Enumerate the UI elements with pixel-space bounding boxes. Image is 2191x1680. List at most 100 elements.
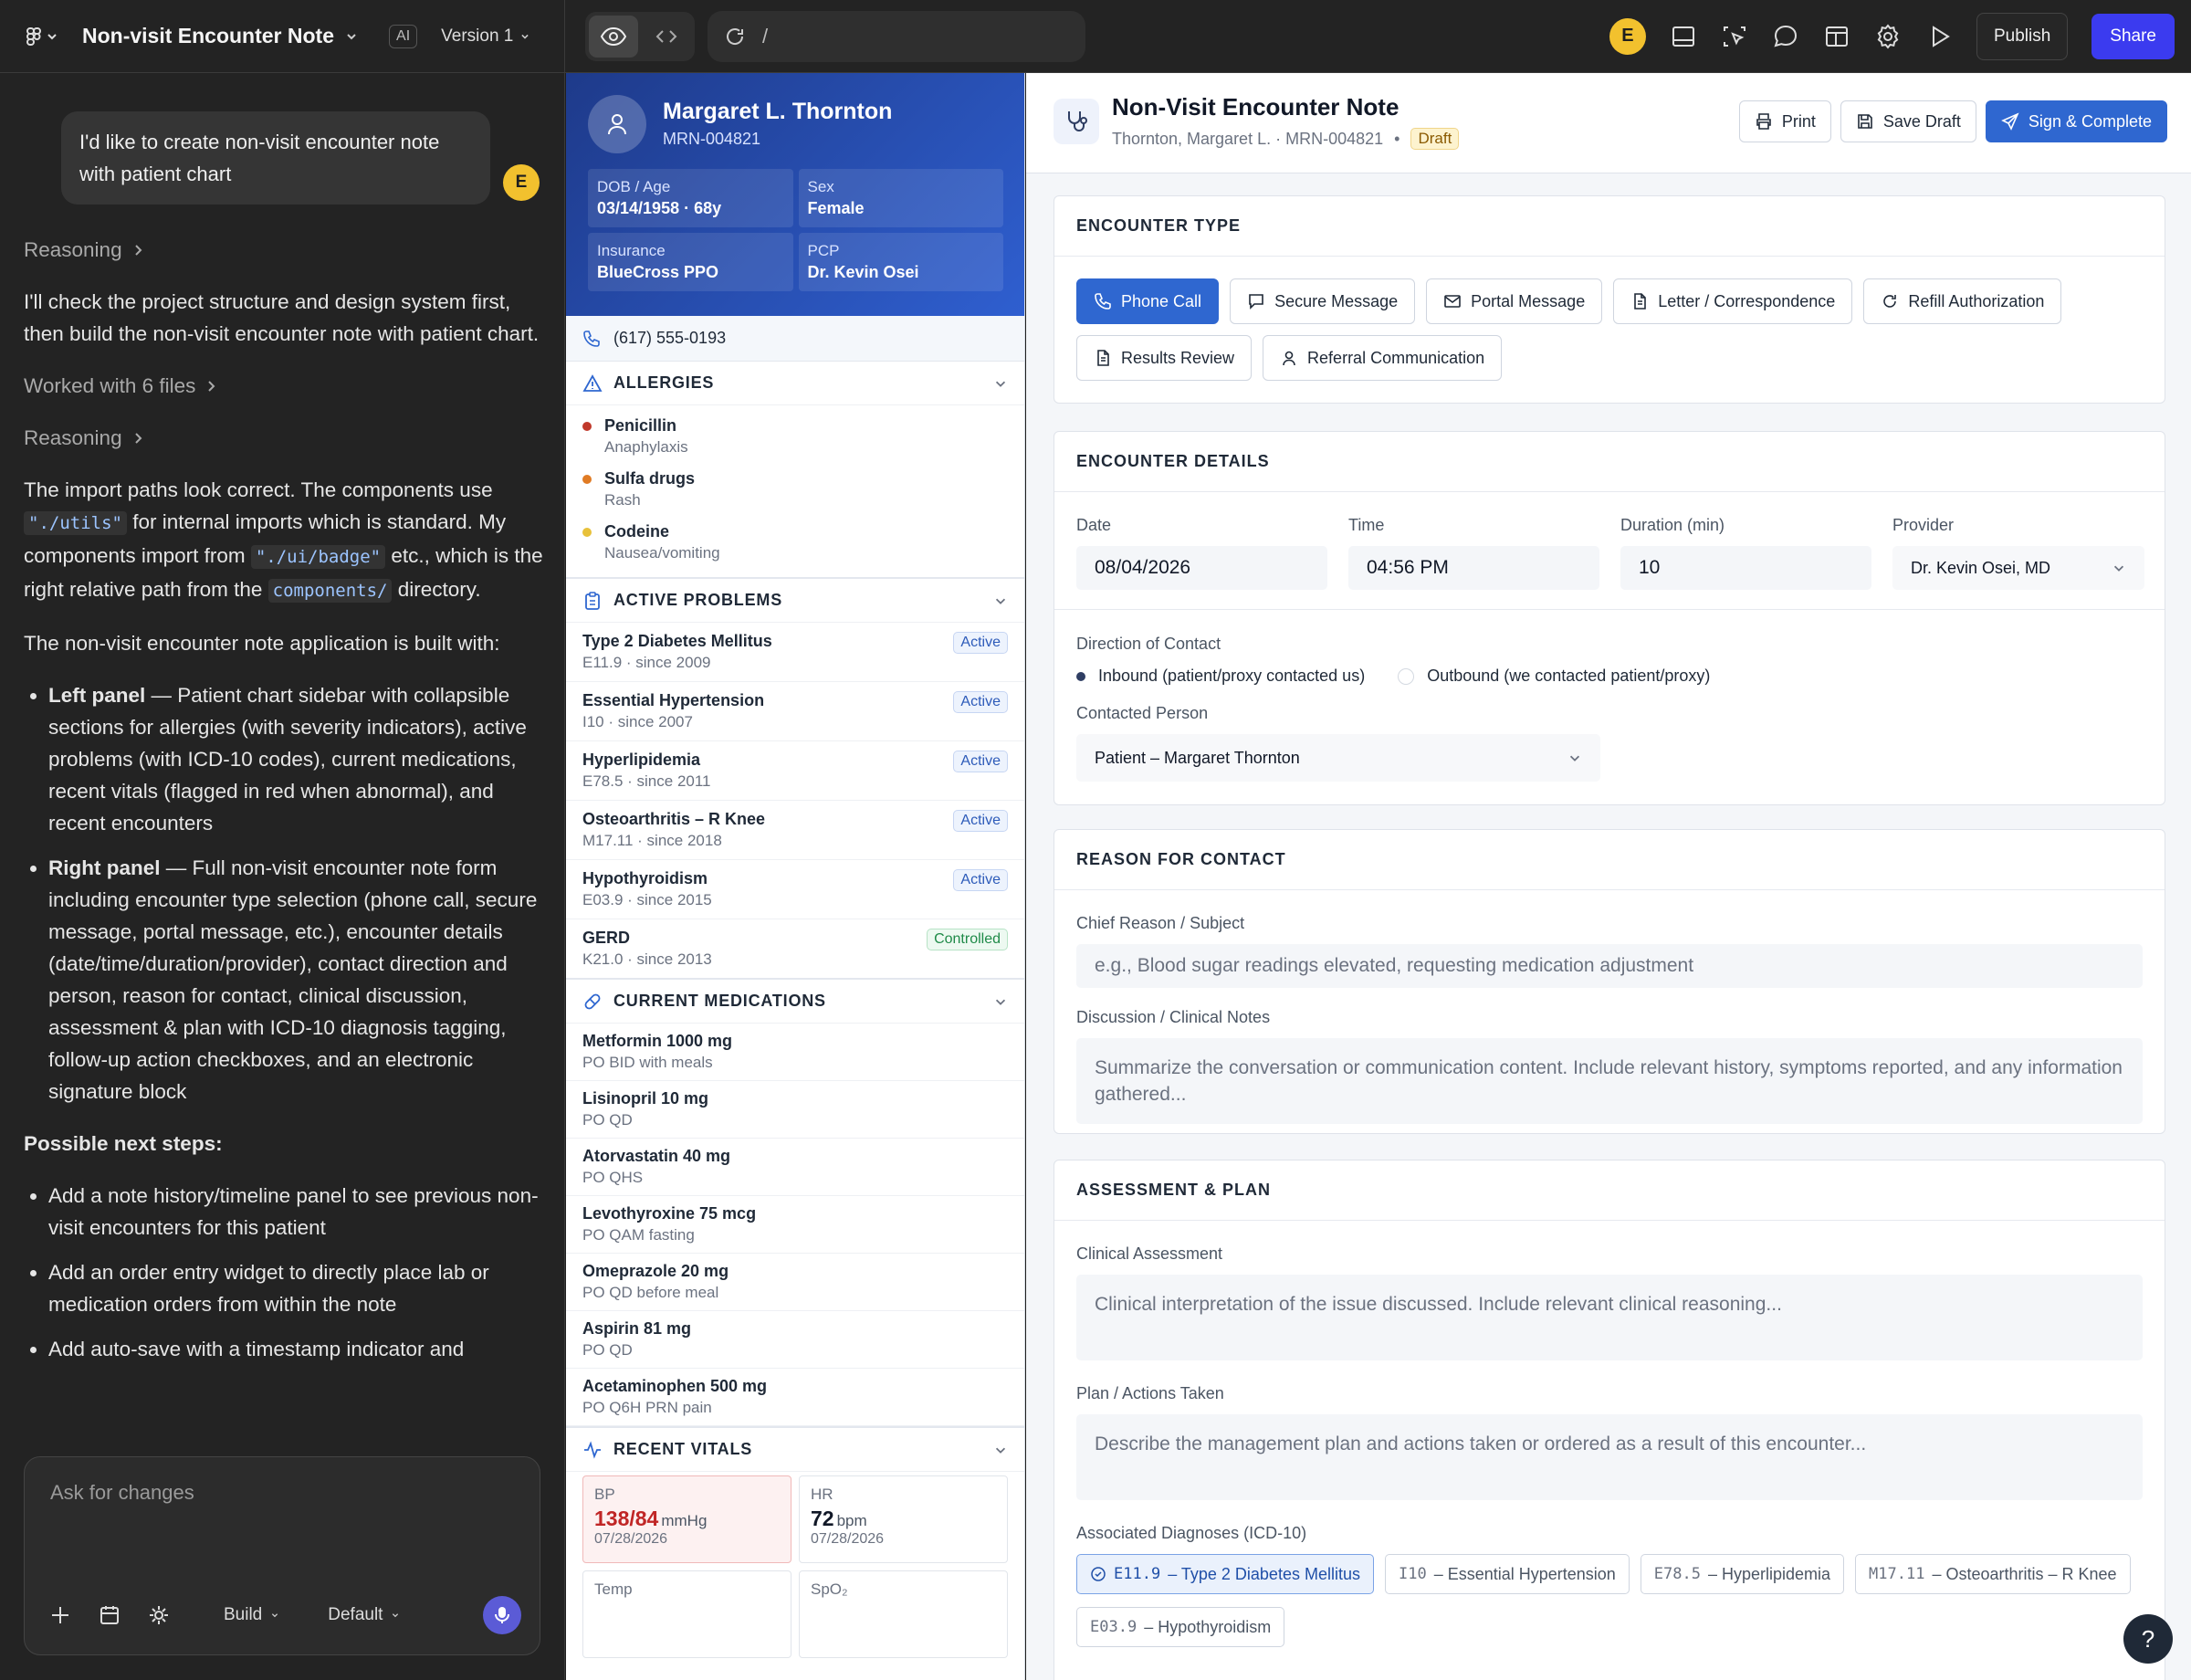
worked-files-toggle[interactable]: Worked with 6 files <box>24 370 544 402</box>
medication-name: Aspirin 81 mg <box>582 1319 692 1338</box>
encounter-type-secure-message[interactable]: Secure Message <box>1230 278 1416 324</box>
problem-item[interactable]: Hyperlipidemia E78.5 · since 2011 Active <box>566 741 1024 801</box>
diagnosis-name: – Type 2 Diabetes Mellitus <box>1168 1564 1360 1583</box>
diagnosis-chip[interactable]: E11.9 – Type 2 Diabetes Mellitus <box>1076 1554 1374 1594</box>
microphone-button[interactable] <box>483 1596 521 1634</box>
composer-placeholder[interactable]: Ask for changes <box>50 1481 194 1505</box>
problem-item[interactable]: Type 2 Diabetes Mellitus E11.9 · since 20… <box>566 623 1024 682</box>
vital-spo2-card: SpO₂ <box>799 1570 1008 1658</box>
chief-reason-input[interactable]: e.g., Blood sugar readings elevated, req… <box>1076 944 2143 988</box>
print-button[interactable]: Print <box>1738 100 1831 142</box>
preview-eye-icon[interactable] <box>589 15 638 58</box>
clipboard-icon <box>585 591 600 610</box>
medication-item[interactable]: Lisinopril 10 mg PO QD <box>566 1081 1024 1139</box>
save-draft-button[interactable]: Save Draft <box>1840 100 1976 142</box>
time-input[interactable]: 04:56 PM <box>1348 546 1599 590</box>
play-icon[interactable] <box>1925 23 1953 50</box>
diagnosis-code: M17.11 <box>1869 1565 1925 1583</box>
problem-name: Essential Hypertension <box>582 691 765 709</box>
printer-icon <box>1756 113 1771 130</box>
magic-sparkle-icon[interactable] <box>147 1603 171 1627</box>
refresh-icon <box>1881 292 1899 310</box>
allergies-header[interactable]: ALLERGIES <box>566 362 1024 405</box>
medication-item[interactable]: Omeprazole 20 mg PO QD before meal <box>566 1254 1024 1311</box>
select-element-icon[interactable] <box>1721 23 1748 50</box>
diagnosis-chip[interactable]: M17.11 – Osteoarthritis – R Knee <box>1855 1554 2131 1594</box>
clinical-assessment-label: Clinical Assessment <box>1076 1244 1223 1263</box>
assistant-paragraph: The non-visit encounter note application… <box>24 632 500 655</box>
patient-name: Margaret L. Thornton <box>663 99 893 124</box>
time-label: Time <box>1348 516 1385 534</box>
problem-name: Type 2 Diabetes Mellitus <box>582 632 772 650</box>
calendar-icon[interactable] <box>98 1603 121 1627</box>
problem-item[interactable]: GERD K21.0 · since 2013 Controlled <box>566 919 1024 978</box>
reasoning-toggle-2[interactable]: Reasoning <box>24 422 544 454</box>
medication-item[interactable]: Atorvastatin 40 mg PO QHS <box>566 1139 1024 1196</box>
panel-layout-icon[interactable] <box>1670 23 1697 50</box>
medications-header[interactable]: CURRENT MEDICATIONS <box>566 980 1024 1024</box>
medication-item[interactable]: Levothyroxine 75 mcg PO QAM fasting <box>566 1196 1024 1254</box>
help-button[interactable]: ? <box>2123 1614 2173 1664</box>
chat-composer[interactable]: Ask for changes Build Default <box>24 1456 540 1655</box>
medication-item[interactable]: Metformin 1000 mg PO BID with meals <box>566 1024 1024 1081</box>
problems-header[interactable]: ACTIVE PROBLEMS <box>566 579 1024 623</box>
inbound-radio[interactable]: Inbound (patient/proxy contacted us) <box>1076 667 1365 686</box>
preview-url-bar[interactable]: / <box>708 10 1085 62</box>
problem-item[interactable]: Hypothyroidism E03.9 · since 2015 Active <box>566 860 1024 919</box>
allergy-reaction: Nausea/vomiting <box>604 544 720 562</box>
encounter-type-results-review[interactable]: Results Review <box>1076 335 1253 381</box>
version-label: Version 1 <box>441 26 514 46</box>
medication-item[interactable]: Acetaminophen 500 mg PO Q6H PRN pain <box>566 1369 1024 1426</box>
diagnosis-chip[interactable]: E03.9 – Hypothyroidism <box>1076 1607 1285 1647</box>
discussion-textarea[interactable]: Summarize the conversation or communicat… <box>1076 1038 2143 1124</box>
discussion-label: Discussion / Clinical Notes <box>1076 1008 1271 1026</box>
patient-header: Margaret L. Thornton MRN-004821 DOB / Ag… <box>566 73 1024 316</box>
encounter-type-label: Portal Message <box>1471 291 1586 310</box>
sign-complete-button[interactable]: Sign & Complete <box>1985 100 2167 142</box>
date-input[interactable]: 08/04/2026 <box>1076 546 1327 590</box>
duration-input[interactable]: 10 <box>1620 546 1871 590</box>
provider-select[interactable]: Dr. Kevin Osei, MD <box>1892 546 2144 590</box>
medication-item[interactable]: Aspirin 81 mg PO QD <box>566 1311 1024 1369</box>
clinical-assessment-textarea[interactable]: Clinical interpretation of the issue dis… <box>1076 1275 2143 1360</box>
encounter-type-label: Phone Call <box>1121 291 1202 310</box>
project-title[interactable]: Non-visit Encounter Note <box>82 24 334 48</box>
version-selector[interactable]: Version 1 <box>441 26 531 47</box>
encounter-type-letter-correspondence[interactable]: Letter / Correspondence <box>1613 278 1853 324</box>
diagnosis-chip[interactable]: E78.5 – Hyperlipidemia <box>1640 1554 1845 1594</box>
assistant-response: Reasoning I'll check the project structu… <box>24 234 544 1385</box>
assistant-paragraph: I'll check the project structure and des… <box>24 290 540 345</box>
send-icon <box>2001 112 2019 131</box>
encounter-type-refill-authorization[interactable]: Refill Authorization <box>1863 278 2062 324</box>
layout-grid-icon[interactable] <box>1823 23 1850 50</box>
project-menu-chevron-icon[interactable] <box>343 28 360 45</box>
encounter-type-phone-call[interactable]: Phone Call <box>1076 278 1220 324</box>
code-view-icon[interactable] <box>642 16 691 58</box>
share-button[interactable]: Share <box>2091 13 2175 59</box>
outbound-radio[interactable]: Outbound (we contacted patient/proxy) <box>1398 667 1710 686</box>
diagnosis-chip[interactable]: I10 – Essential Hypertension <box>1384 1554 1630 1594</box>
plan-textarea[interactable]: Describe the management plan and actions… <box>1076 1414 2143 1500</box>
reasoning-toggle-1[interactable]: Reasoning <box>24 234 544 266</box>
problem-item[interactable]: Osteoarthritis – R Knee M17.11 · since 20… <box>566 801 1024 860</box>
model-dropdown[interactable]: Default <box>328 1605 401 1625</box>
worked-files-label: Worked with 6 files <box>24 374 196 397</box>
comment-icon[interactable] <box>1772 23 1799 50</box>
problem-item[interactable]: Essential Hypertension I10 · since 2007 Ac… <box>566 682 1024 741</box>
chevron-right-icon <box>134 244 142 256</box>
publish-button[interactable]: Publish <box>1976 12 2069 60</box>
chevron-right-icon <box>208 380 215 392</box>
encounter-type-portal-message[interactable]: Portal Message <box>1426 278 1603 324</box>
settings-gear-icon[interactable] <box>1874 23 1902 50</box>
add-attachment-icon[interactable] <box>48 1603 72 1627</box>
encounter-type-label: Letter / Correspondence <box>1658 291 1836 310</box>
contacted-person-select[interactable]: Patient – Margaret Thornton <box>1076 734 1600 782</box>
mode-dropdown[interactable]: Build <box>224 1605 280 1625</box>
app-logo-icon[interactable] <box>24 26 60 47</box>
user-avatar[interactable]: E <box>1609 17 1646 55</box>
chevron-right-icon <box>134 432 142 444</box>
encounter-type-referral-communication[interactable]: Referral Communication <box>1263 335 1503 381</box>
section-title: ENCOUNTER TYPE <box>1054 196 2165 257</box>
status-badge: Active <box>953 810 1008 832</box>
vitals-header[interactable]: RECENT VITALS <box>566 1428 1024 1472</box>
